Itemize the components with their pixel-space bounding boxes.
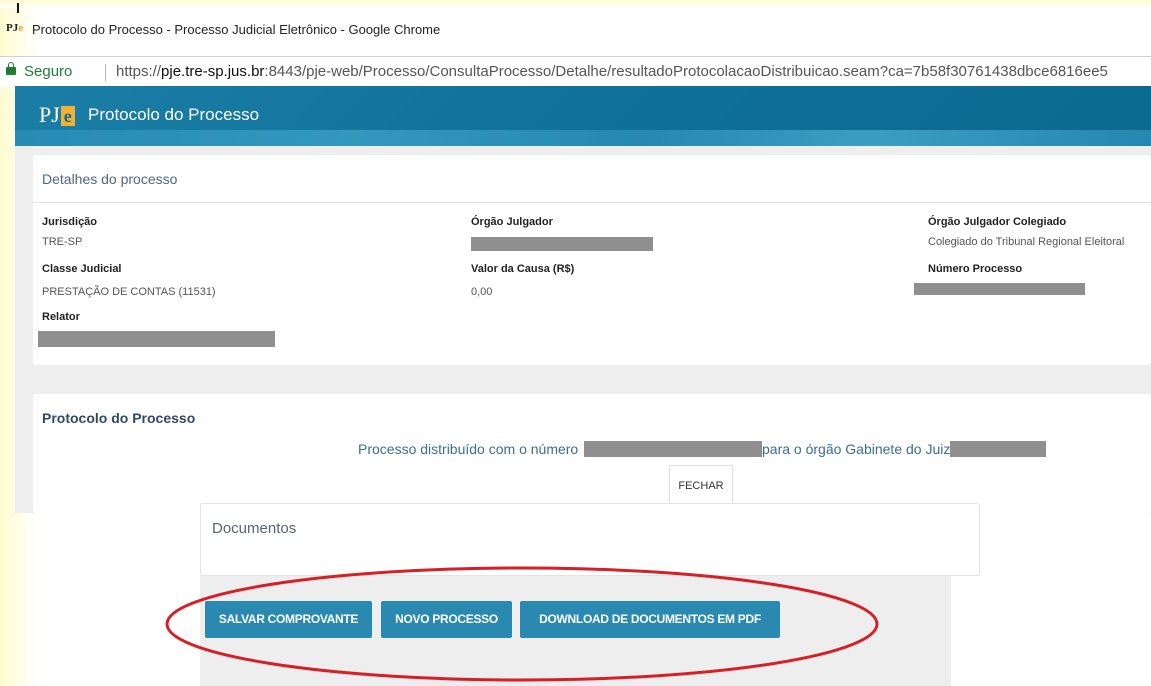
annotation-ellipse	[165, 566, 879, 682]
annotation-oval	[165, 566, 879, 682]
